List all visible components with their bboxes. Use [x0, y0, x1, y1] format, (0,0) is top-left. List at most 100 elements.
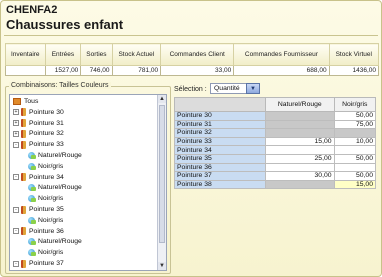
tree-item-label: Naturel/Rouge [38, 238, 82, 246]
tree-item-label: Naturel/Rouge [38, 184, 82, 192]
header-divider [4, 35, 378, 36]
matrix-cell[interactable]: 30,00 [265, 171, 335, 181]
chevron-down-icon[interactable]: ▼ [246, 83, 260, 94]
tree-item-color[interactable]: Noir/gris [28, 194, 63, 203]
color-icon [28, 152, 36, 159]
matrix-row-label: Pointure 36 [174, 162, 266, 173]
selection-label: Sélection : [174, 86, 207, 93]
matrix-cell [265, 111, 335, 121]
tree-item-color[interactable]: Noir/gris [28, 162, 63, 171]
tree-item-label: Pointure 35 [29, 206, 64, 213]
summary-value-sorties: 746,00 [80, 65, 113, 76]
tree-item-label: Pointure 31 [29, 119, 64, 127]
tree-item-label: Tous [24, 98, 39, 105]
matrix-cell [265, 128, 335, 138]
collapse-icon[interactable]: - [13, 260, 19, 267]
scroll-up-icon[interactable]: ▲ [158, 95, 166, 103]
matrix-row-label: Pointure 33 [174, 136, 266, 147]
expand-icon[interactable]: + [13, 120, 19, 127]
summary-header-commandes-client: Commandes Client [160, 43, 235, 66]
tree-item-label: Pointure 33 [29, 141, 64, 149]
matrix-row-label: Pointure 38 [174, 179, 266, 190]
size-icon [21, 205, 26, 214]
matrix-row: Pointure 31 75,00 [174, 119, 377, 130]
matrix-cell[interactable]: 25,00 [265, 153, 335, 164]
tree-root[interactable]: Tous [13, 97, 38, 106]
matrix-row-label: Pointure 30 [174, 111, 266, 121]
expand-icon[interactable]: + [13, 130, 19, 137]
collapse-icon[interactable]: - [13, 141, 19, 148]
tree-item-color[interactable]: Noir/gris [28, 248, 63, 257]
tree-item-size[interactable]: + Pointure 31 [13, 119, 64, 128]
matrix-header-noir-gris: Noir/gris [333, 97, 377, 112]
tree-item-label: Pointure 37 [29, 260, 64, 267]
quantity-matrix: Naturel/Rouge Noir/gris Pointure 30 50,00… [174, 97, 377, 190]
matrix-cell [265, 119, 335, 130]
matrix-cell[interactable] [265, 162, 335, 173]
tree-item-label: Pointure 30 [29, 108, 64, 116]
summary-header-inventaire: Inventaire [5, 43, 46, 66]
matrix-cell[interactable] [333, 162, 377, 173]
tree-item-color[interactable]: Noir/gris [28, 216, 63, 225]
matrix-cell[interactable]: 15,00 [333, 179, 377, 190]
tree-item-label: Pointure 32 [29, 130, 64, 138]
matrix-cell [333, 128, 377, 138]
tree-item-label: Noir/gris [38, 162, 64, 170]
matrix-corner [174, 97, 266, 112]
tree-item-size[interactable]: - Pointure 37 [13, 259, 64, 268]
matrix-cell[interactable]: 15,00 [265, 136, 335, 147]
tree-item-size[interactable]: - Pointure 34 [13, 173, 64, 182]
summary-value-entrees: 1527,00 [44, 65, 82, 76]
summary-header-commandes-fournisseur: Commandes Fournisseur [233, 43, 330, 66]
collapse-icon[interactable]: - [13, 174, 19, 181]
tree-item-size[interactable]: - Pointure 33 [13, 140, 64, 149]
size-icon [21, 119, 26, 128]
summary-value-row: 1527,00 746,00 781,00 33,00 688,00 1436,… [5, 65, 380, 76]
size-icon [21, 173, 26, 182]
tree-item-label: Noir/gris [38, 249, 64, 257]
summary-value-commandes-fournisseur: 688,00 [233, 65, 330, 76]
matrix-row-label: Pointure 34 [174, 145, 266, 155]
tree-item-label: Naturel/Rouge [38, 152, 82, 159]
matrix-header-naturel-rouge: Naturel/Rouge [265, 97, 335, 112]
tree-scrollbar[interactable]: ▲ ▼ [157, 95, 166, 270]
size-icon [21, 227, 26, 236]
tree-item-size[interactable]: - Pointure 35 [13, 205, 64, 214]
matrix-row: Pointure 38 15,00 [174, 179, 377, 190]
color-icon [28, 162, 36, 170]
color-icon [28, 216, 36, 224]
stock-summary-table: Inventaire Entrées Sorties Stock Actuel … [5, 43, 380, 76]
matrix-cell[interactable]: 50,00 [333, 153, 377, 164]
scroll-down-icon[interactable]: ▼ [158, 262, 166, 270]
tree-item-size[interactable]: - Pointure 36 [13, 227, 64, 236]
matrix-row: Pointure 35 25,00 50,00 [174, 153, 377, 164]
tree-item-color[interactable]: Naturel/Rouge [28, 151, 82, 160]
size-icon [21, 140, 26, 149]
matrix-cell[interactable]: 50,00 [333, 111, 377, 121]
expand-icon[interactable]: + [13, 109, 19, 116]
matrix-cell[interactable] [333, 145, 377, 155]
collapse-icon[interactable]: - [13, 228, 19, 235]
tree-item-size[interactable]: + Pointure 30 [13, 108, 64, 117]
folder-icon [13, 98, 21, 105]
size-icon [21, 259, 26, 268]
combinations-tree[interactable]: ▲ ▼ Tous + Pointure 30 + Pointure 31 + Pointur… [9, 94, 167, 271]
tree-item-size[interactable]: + Pointure 32 [13, 129, 64, 138]
matrix-row-label: Pointure 37 [174, 171, 266, 181]
matrix-cell[interactable]: 50,00 [333, 171, 377, 181]
matrix-row-label: Pointure 32 [174, 128, 266, 138]
matrix-cell[interactable]: 10,00 [333, 136, 377, 147]
collapse-icon[interactable]: - [13, 206, 19, 213]
size-icon [21, 108, 26, 117]
summary-header-entrees: Entrées [44, 43, 82, 66]
summary-header-stock-actuel: Stock Actuel [111, 43, 162, 66]
matrix-cell[interactable]: 75,00 [333, 119, 377, 130]
scroll-thumb[interactable] [159, 105, 165, 243]
matrix-row: Pointure 33 15,00 10,00 [174, 136, 377, 147]
matrix-row-label: Pointure 31 [174, 119, 266, 130]
tree-item-color[interactable]: Naturel/Rouge [28, 183, 82, 192]
tree-item-color[interactable]: Naturel/Rouge [28, 237, 82, 246]
tree-item-label: Noir/gris [38, 195, 64, 203]
matrix-cell[interactable] [265, 145, 335, 155]
size-icon [21, 129, 26, 138]
